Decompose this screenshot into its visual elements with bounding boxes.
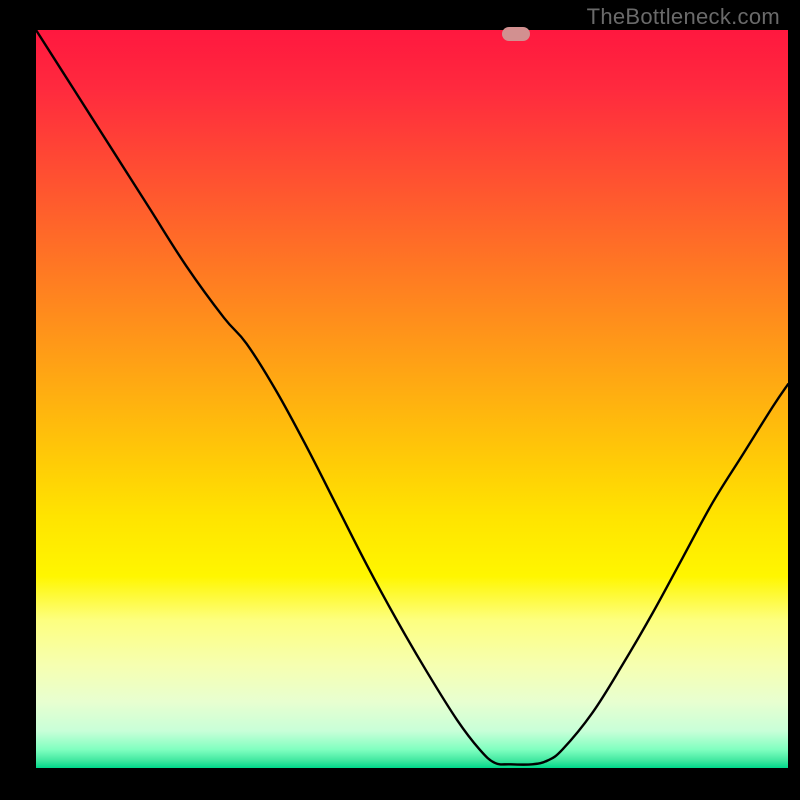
watermark-text: TheBottleneck.com (587, 4, 780, 30)
chart-canvas (0, 0, 800, 800)
plot-background (36, 30, 788, 768)
chart-frame: TheBottleneck.com (0, 0, 800, 800)
current-value-marker (502, 27, 530, 41)
